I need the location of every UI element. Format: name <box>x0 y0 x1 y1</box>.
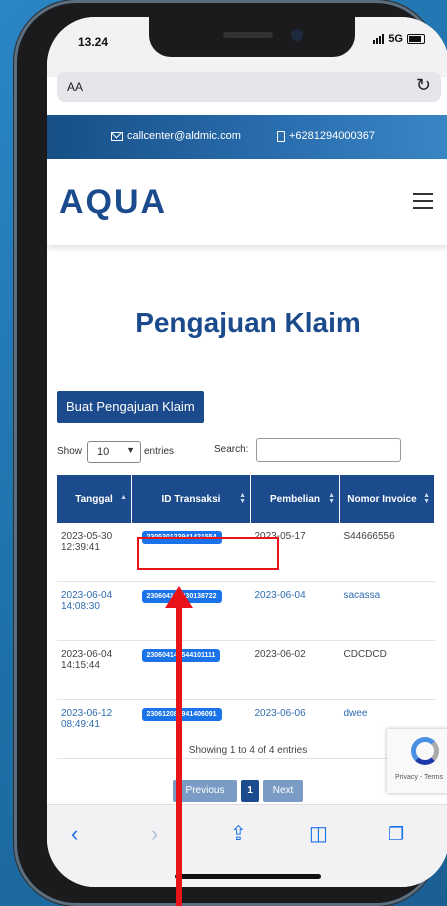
page-title: Pengajuan Klaim <box>135 307 361 338</box>
phone-frame: 13.24 5G AA ↻ callcenter@aldmic.com +628… <box>14 0 447 906</box>
chevron-down-icon: ▼ <box>126 445 135 455</box>
cell-purchase: 2023-06-02 <box>250 640 340 700</box>
cell-date: 2023-05-30 12:39:41 <box>57 523 132 582</box>
browser-toolbar: ‹ › ⇪ ◫ ❐ <box>47 804 447 887</box>
recaptcha-text[interactable]: Privacy - Terms <box>395 774 443 781</box>
signal-bars-icon <box>373 34 385 44</box>
column-header-invoice[interactable]: Nomor Invoice ▲ ▼ <box>339 475 435 523</box>
column-header-date[interactable]: Tanggal ▲ <box>57 475 132 523</box>
annotation-arrow-shaft <box>176 600 182 906</box>
site-header: AQUA <box>47 159 447 245</box>
entries-value: 10 <box>97 446 110 458</box>
contact-bar: callcenter@aldmic.com +6281294000367 <box>47 115 447 159</box>
phone-screen: 13.24 5G AA ↻ callcenter@aldmic.com +628… <box>47 17 447 887</box>
phone-text: +6281294000367 <box>289 130 375 142</box>
home-indicator <box>175 874 321 879</box>
contact-email[interactable]: callcenter@aldmic.com <box>111 130 241 142</box>
create-claim-button[interactable]: Buat Pengajuan Klaim <box>57 391 204 423</box>
table-controls: Show 10 ▼ entries Search: <box>57 438 437 464</box>
previous-page-button[interactable]: Previous <box>173 780 237 802</box>
search-label: Search: <box>214 444 249 455</box>
table-row[interactable]: 2023-06-04 14:08:30 230604140830138722 20… <box>57 581 435 641</box>
text-size-button[interactable]: AA <box>67 80 83 94</box>
annotation-arrow-head <box>165 586 193 608</box>
forward-icon[interactable]: › <box>151 821 158 847</box>
status-bar: 13.24 5G <box>47 17 447 77</box>
cell-date: 2023-06-04 14:15:44 <box>57 640 132 700</box>
highlight-box <box>137 537 279 570</box>
search-input[interactable] <box>256 438 401 462</box>
clock: 13.24 <box>78 35 109 49</box>
recaptcha-badge[interactable]: Privacy - Terms <box>387 729 447 793</box>
reload-icon[interactable]: ↻ <box>416 75 431 96</box>
page-1-button[interactable]: 1 <box>241 780 259 802</box>
cell-date: 2023-06-04 14:08:30 <box>57 581 132 641</box>
claims-table: Tanggal ▲ ID Transaksi ▲ ▼ Pembelian ▲ ▼ Nomo… <box>57 475 435 759</box>
entries-select[interactable]: 10 ▼ <box>87 441 141 463</box>
column-header-transaction-id[interactable]: ID Transaksi ▲ ▼ <box>131 475 251 523</box>
show-label: Show <box>57 446 83 457</box>
tabs-icon[interactable]: ❐ <box>388 824 404 845</box>
entries-label: entries <box>144 446 175 457</box>
cell-transaction-id: 230604141544101111 <box>131 640 251 700</box>
signal-indicator: 5G <box>373 33 425 45</box>
aqua-logo[interactable]: AQUA <box>59 183 167 222</box>
next-page-button[interactable]: Next <box>263 780 303 802</box>
share-icon[interactable]: ⇪ <box>230 821 247 846</box>
pagination: Previous 1 Next <box>173 780 303 804</box>
cell-purchase: 2023-06-04 <box>250 581 340 641</box>
column-header-purchase[interactable]: Pembelian ▲ ▼ <box>250 475 340 523</box>
contact-phone[interactable]: +6281294000367 <box>277 130 375 142</box>
recaptcha-icon <box>411 737 439 765</box>
bookmarks-icon[interactable]: ◫ <box>309 821 328 846</box>
hamburger-menu-icon[interactable] <box>413 193 433 214</box>
cell-invoice: sacassa <box>339 581 435 641</box>
cell-invoice: S44666556 <box>339 523 435 582</box>
cell-invoice: CDCDCD <box>339 640 435 700</box>
address-bar[interactable]: AA ↻ <box>57 72 441 102</box>
table-row[interactable]: 2023-06-0414:15:44 230604141544101111 20… <box>57 640 435 700</box>
phone-icon <box>277 130 285 142</box>
notch <box>149 17 355 57</box>
email-text: callcenter@aldmic.com <box>127 130 241 142</box>
network-type: 5G <box>388 33 403 45</box>
envelope-icon <box>111 131 123 141</box>
battery-icon <box>407 34 425 44</box>
back-icon[interactable]: ‹ <box>71 821 78 847</box>
